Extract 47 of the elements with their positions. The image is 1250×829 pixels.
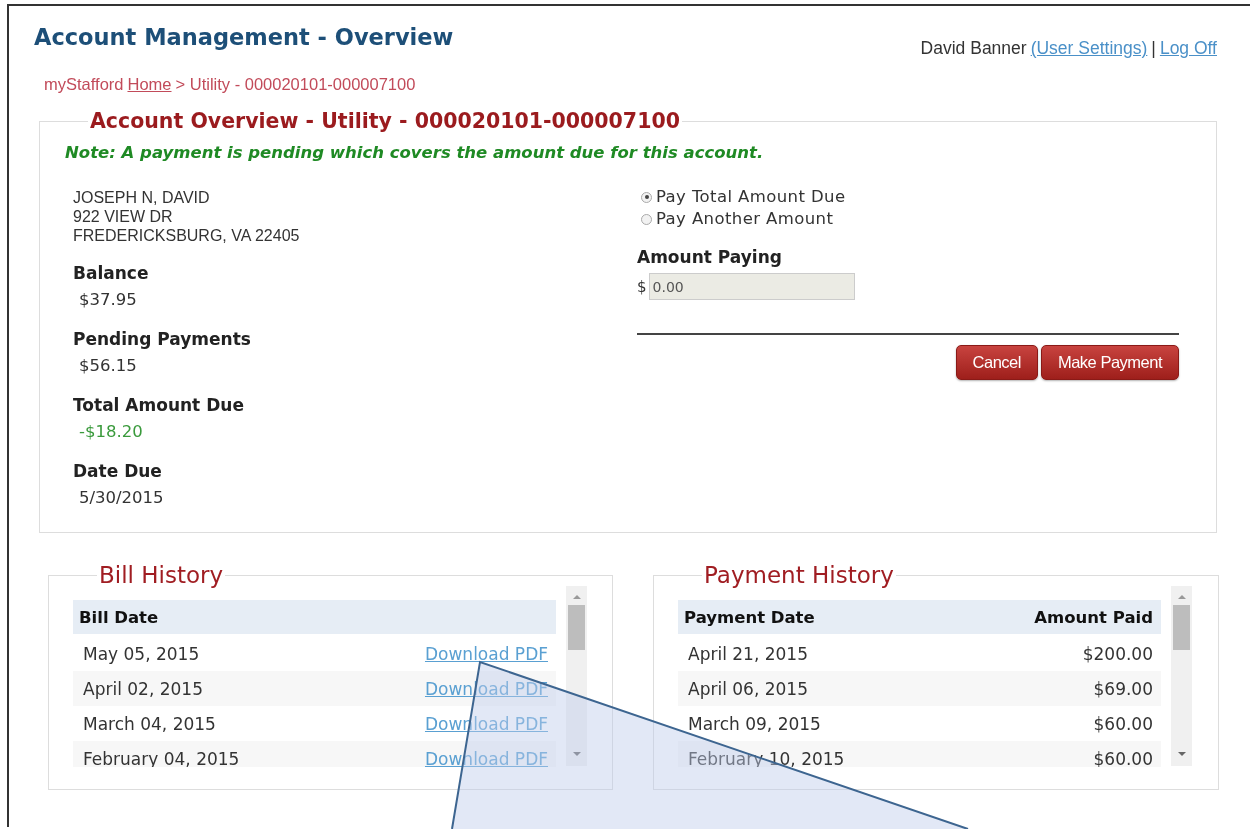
action-button[interactable]: Make Payment: [1040, 345, 1179, 380]
column-header: Payment Date: [684, 607, 815, 627]
table-cell: $69.00: [1093, 678, 1153, 699]
scrollbar[interactable]: [1171, 586, 1192, 766]
option-label[interactable]: Pay Another Amount: [656, 208, 834, 230]
field-value: $37.95: [79, 290, 138, 310]
user-settings-link[interactable]: (User Settings): [1030, 38, 1148, 59]
table-cell: $60.00: [1093, 713, 1153, 734]
breadcrumb-link[interactable]: Home: [127, 75, 172, 94]
field-value: -$18.20: [79, 422, 144, 442]
panel-title: Payment History: [703, 563, 895, 587]
table-cell: March 04, 2015: [83, 713, 216, 734]
address-line: 922 VIEW DR: [73, 207, 174, 226]
column-header: Bill Date: [79, 607, 159, 627]
table-cell: March 09, 2015: [688, 713, 821, 734]
column-header: Amount Paid: [1034, 607, 1153, 627]
download-pdf-link[interactable]: Download PDF: [424, 643, 548, 664]
action-button[interactable]: Cancel: [955, 345, 1038, 380]
field-value: 5/30/2015: [79, 488, 165, 508]
address-line: FREDERICKSBURG, VA 22405: [73, 226, 301, 245]
user-name: David Banner: [920, 38, 1027, 59]
field-label: Date Due: [73, 461, 163, 481]
field-value: $56.15: [79, 356, 138, 376]
separator: |: [1151, 38, 1156, 59]
address-line: JOSEPH N, DAVID: [73, 188, 211, 207]
field-label: Pending Payments: [73, 329, 252, 349]
table-cell: May 05, 2015: [83, 643, 200, 664]
table-cell: $200.00: [1082, 643, 1153, 664]
table-cell: April 02, 2015: [83, 678, 203, 699]
scrollbar[interactable]: [566, 586, 587, 766]
breadcrumb-text: > Utility - 000020101-000007100: [175, 75, 416, 94]
radio-button[interactable]: [641, 213, 652, 225]
field-label: Total Amount Due: [73, 395, 245, 415]
field-label: Amount Paying: [637, 247, 783, 267]
table-cell: April 06, 2015: [688, 678, 808, 699]
radio-button[interactable]: [641, 191, 652, 203]
panel-title: Bill History: [98, 563, 225, 587]
panel-title: Account Overview - Utility - 000020101-000007100: [89, 109, 681, 133]
field-label: Balance: [73, 263, 150, 283]
log-off-link[interactable]: Log Off: [1159, 38, 1217, 59]
option-label[interactable]: Pay Total Amount Due: [656, 186, 846, 208]
table-cell: $60.00: [1093, 748, 1153, 767]
page-title: Account Management - Overview: [34, 24, 454, 50]
breadcrumb-text: myStafford: [44, 75, 124, 94]
table-cell: April 21, 2015: [688, 643, 808, 664]
currency-sign: $: [637, 277, 647, 296]
pending-note: Note: A payment is pending which covers the amount due for this account.: [65, 143, 765, 163]
